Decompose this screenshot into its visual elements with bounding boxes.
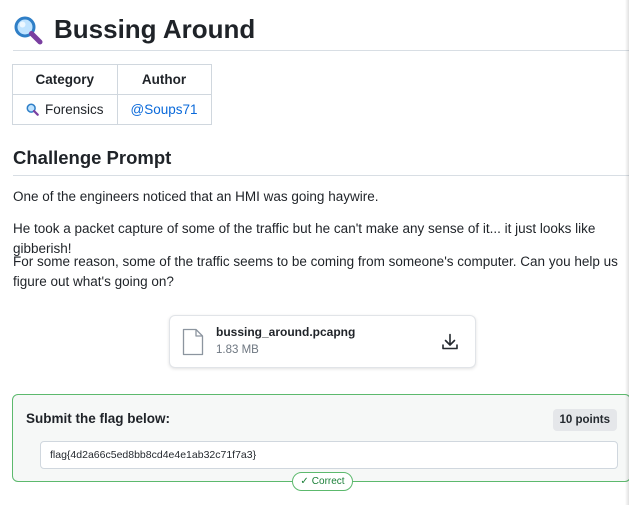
prompt-paragraph: One of the engineers noticed that an HMI…: [13, 189, 379, 204]
author-cell: @Soups71: [116, 94, 212, 125]
download-icon[interactable]: [440, 332, 460, 352]
author-header: Author: [116, 64, 212, 95]
attachment-info: bussing_around.pcapng 1.83 MB: [216, 324, 440, 359]
magnifier-icon: [14, 16, 43, 45]
prompt-paragraph: For some reason, some of the traffic see…: [13, 254, 618, 289]
attachment-card[interactable]: bussing_around.pcapng 1.83 MB: [169, 315, 476, 368]
flag-label: Submit the flag below:: [26, 411, 170, 426]
correct-label: Correct: [311, 476, 345, 487]
file-icon: [182, 328, 204, 355]
attachment-filename: bussing_around.pcapng: [216, 325, 356, 339]
attachment-size: 1.83 MB: [216, 344, 259, 356]
scroll-edge-shadow: [625, 0, 629, 505]
category-header: Category: [12, 64, 118, 95]
correct-badge: ✓ Correct: [292, 472, 353, 491]
section-heading-row: Challenge Prompt: [13, 143, 629, 176]
category-cell: Forensics: [12, 94, 118, 125]
challenge-page: Bussing Around Category Author Forensics…: [0, 0, 629, 505]
author-link[interactable]: @Soups71: [131, 102, 198, 117]
section-heading: Challenge Prompt: [13, 147, 172, 168]
points-badge: 10 points: [552, 409, 617, 431]
page-title: Bussing Around: [54, 14, 256, 44]
flag-submission-box: Submit the flag below: 10 points ✓ Corre…: [12, 394, 629, 491]
magnifier-icon: [26, 103, 39, 116]
check-icon: ✓: [300, 476, 309, 487]
meta-table: Category Author Forensics @Soups71: [12, 64, 212, 125]
flag-input[interactable]: [40, 441, 618, 469]
category-value: Forensics: [45, 102, 104, 117]
title-row: Bussing Around: [13, 10, 629, 51]
